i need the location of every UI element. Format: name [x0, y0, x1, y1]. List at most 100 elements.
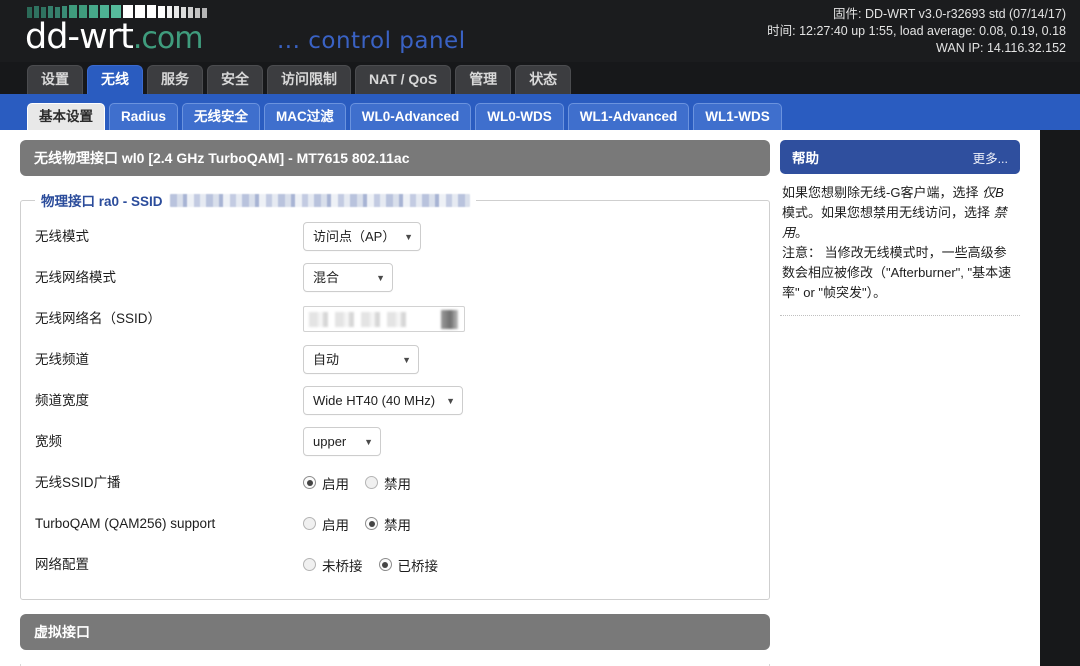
- redacted-ssid-value-tail: [441, 309, 458, 329]
- main-tab-6[interactable]: 管理: [455, 65, 512, 94]
- system-info: 固件: DD-WRT v3.0-r32693 std (07/14/17) 时间…: [767, 6, 1066, 57]
- radio-checked-icon: [365, 517, 378, 530]
- main-tab-4[interactable]: 访问限制: [267, 65, 351, 94]
- main-tab-1[interactable]: 无线: [87, 65, 143, 94]
- control-panel-tagline: ... control panel: [277, 28, 466, 54]
- radio-checked-icon: [378, 558, 392, 571]
- radio-unchecked-icon: [303, 558, 316, 571]
- main-tab-5[interactable]: NAT / QoS: [355, 65, 452, 94]
- radio-unchecked-icon: [303, 517, 316, 530]
- form-row: 网络配置 未桥接 已桥接: [35, 544, 755, 585]
- form-row: 无线网络模式 混合 ▼: [35, 257, 755, 298]
- brand-logo[interactable]: dd-wrt.com: [25, 4, 207, 57]
- radio-group: 启用 禁用: [303, 473, 411, 493]
- help-panel-header: 帮助 更多...: [780, 140, 1020, 174]
- radio-option[interactable]: 未桥接: [303, 555, 363, 575]
- form-label: 宽频: [35, 433, 62, 449]
- radio-unchecked-icon: [365, 476, 378, 489]
- logo-bar-graphic: [27, 4, 207, 18]
- brand-wordmark: dd-wrt.com: [25, 19, 207, 57]
- page-root: dd-wrt.com ... control panel 固件: DD-WRT …: [0, 0, 1080, 666]
- time-line: 时间: 12:27:40 up 1:55, load average: 0.08…: [767, 24, 1066, 38]
- select-1[interactable]: 混合: [303, 263, 393, 292]
- app-header: dd-wrt.com ... control panel 固件: DD-WRT …: [0, 0, 1080, 62]
- ssid-input[interactable]: [303, 305, 465, 332]
- help-para1-c: 。: [795, 225, 809, 240]
- sub-tab-3[interactable]: MAC过滤: [264, 103, 346, 130]
- sub-tab-7[interactable]: WL1-WDS: [693, 103, 782, 130]
- help-para1-b: 模式。如果您想禁用无线访问，选择: [782, 205, 994, 220]
- select-wrapper: upper ▼: [303, 427, 381, 456]
- form-control: 未桥接 已桥接: [303, 555, 755, 575]
- help-para2: 注意： 当修改无线模式时，一些高级参数会相应被修改（"Afterburner",…: [782, 245, 1012, 300]
- select-0[interactable]: 访问点（AP）: [303, 222, 421, 251]
- redacted-ssid-legend: [169, 193, 470, 207]
- radio-option[interactable]: 已桥接: [378, 555, 439, 575]
- form-label: 无线SSID广播: [35, 474, 121, 490]
- form-label: 无线频道: [35, 351, 89, 367]
- firmware-line: 固件: DD-WRT v3.0-r32693 std (07/14/17): [833, 7, 1066, 21]
- wireless-settings-form: 无线模式 访问点（AP） ▼ 无线网络模式 混合 ▼ 无线网络名（SSID） 无线频道 自动 ▼ 频…: [35, 216, 755, 585]
- radio-label: 已桥接: [397, 558, 439, 574]
- sub-tab-2[interactable]: 无线安全: [182, 103, 261, 130]
- sub-tab-6[interactable]: WL1-Advanced: [567, 103, 690, 130]
- radio-group: 未桥接 已桥接: [303, 555, 438, 575]
- form-row: 无线模式 访问点（AP） ▼: [35, 216, 755, 257]
- radio-option[interactable]: 启用: [303, 514, 349, 534]
- settings-column: 无线物理接口 wl0 [2.4 GHz TurboQAM] - MT7615 8…: [0, 130, 770, 666]
- form-row: 无线SSID广播 启用 禁用: [35, 462, 755, 503]
- select-5[interactable]: upper: [303, 427, 381, 456]
- radio-label: 启用: [322, 476, 349, 492]
- help-more-link[interactable]: 更多...: [973, 148, 1008, 167]
- form-row: TurboQAM (QAM256) support 启用 禁用: [35, 503, 755, 544]
- sub-tab-1[interactable]: Radius: [109, 103, 179, 130]
- radio-option[interactable]: 启用: [303, 473, 349, 493]
- select-wrapper: 混合 ▼: [303, 263, 393, 292]
- radio-checked-icon: [303, 476, 316, 489]
- physical-interface-legend: 物理接口 ra0 - SSID: [35, 190, 476, 210]
- radio-option[interactable]: 禁用: [365, 473, 411, 493]
- form-control: 启用 禁用: [303, 514, 755, 534]
- help-para1-em1: 仅B: [982, 185, 1004, 200]
- radio-option[interactable]: 禁用: [365, 514, 411, 534]
- form-row: 频道宽度 Wide HT40 (40 MHz) ▼: [35, 380, 755, 421]
- form-control: upper ▼: [303, 427, 755, 456]
- form-label: 无线网络名（SSID）: [35, 310, 162, 326]
- form-row: 无线网络名（SSID）: [35, 298, 755, 339]
- help-panel-body: 如果您想剔除无线-G客户端，选择 仅B 模式。如果您想禁用无线访问，选择 禁用。…: [780, 183, 1020, 316]
- form-label: 无线模式: [35, 228, 89, 244]
- main-tab-2[interactable]: 服务: [147, 65, 203, 94]
- physical-interface-ra0-section: 物理接口 ra0 - SSID 无线模式 访问点（AP） ▼ 无线网络模式 混合 ▼ 无线网…: [20, 190, 770, 600]
- wan-ip-line: WAN IP: 14.116.32.152: [936, 41, 1066, 55]
- radio-label: 启用: [322, 517, 349, 533]
- sub-tab-bar: 基本设置 Radius 无线安全 MAC过滤 WL0-Advanced WL0-WDS WL…: [0, 94, 1080, 130]
- main-tab-0[interactable]: 设置: [27, 65, 83, 94]
- sub-tab-0[interactable]: 基本设置: [27, 103, 105, 130]
- redacted-ssid-value: [309, 311, 409, 327]
- help-title: 帮助: [792, 151, 819, 166]
- select-wrapper: 访问点（AP） ▼: [303, 222, 421, 251]
- form-label: 频道宽度: [35, 392, 89, 408]
- main-tab-3[interactable]: 安全: [207, 65, 263, 94]
- sub-tab-4[interactable]: WL0-Advanced: [349, 103, 472, 130]
- select-wrapper: 自动 ▼: [303, 345, 419, 374]
- form-label: 网络配置: [35, 556, 89, 572]
- wl0-panel-header: 无线物理接口 wl0 [2.4 GHz TurboQAM] - MT7615 8…: [20, 140, 770, 176]
- form-control: 启用 禁用: [303, 473, 755, 493]
- brand-name: dd-wrt: [25, 17, 134, 57]
- main-tab-7[interactable]: 状态: [515, 65, 572, 94]
- main-tab-bar: 设置 无线 服务 安全 访问限制 NAT / QoS 管理 状态: [0, 62, 1080, 94]
- form-control: 混合 ▼: [303, 263, 755, 292]
- form-control: 自动 ▼: [303, 345, 755, 374]
- sub-tab-5[interactable]: WL0-WDS: [475, 103, 564, 130]
- form-label: TurboQAM (QAM256) support: [35, 515, 216, 531]
- virtual-interface-header: 虚拟接口: [20, 614, 770, 650]
- content-area: 无线物理接口 wl0 [2.4 GHz TurboQAM] - MT7615 8…: [0, 130, 1040, 666]
- form-label: 无线网络模式: [35, 269, 116, 285]
- select-4[interactable]: Wide HT40 (40 MHz): [303, 386, 463, 415]
- select-wrapper: Wide HT40 (40 MHz) ▼: [303, 386, 463, 415]
- legend-label: 物理接口 ra0 - SSID: [41, 194, 163, 209]
- form-control: [303, 305, 755, 332]
- select-3[interactable]: 自动: [303, 345, 419, 374]
- form-row: 宽频 upper ▼: [35, 421, 755, 462]
